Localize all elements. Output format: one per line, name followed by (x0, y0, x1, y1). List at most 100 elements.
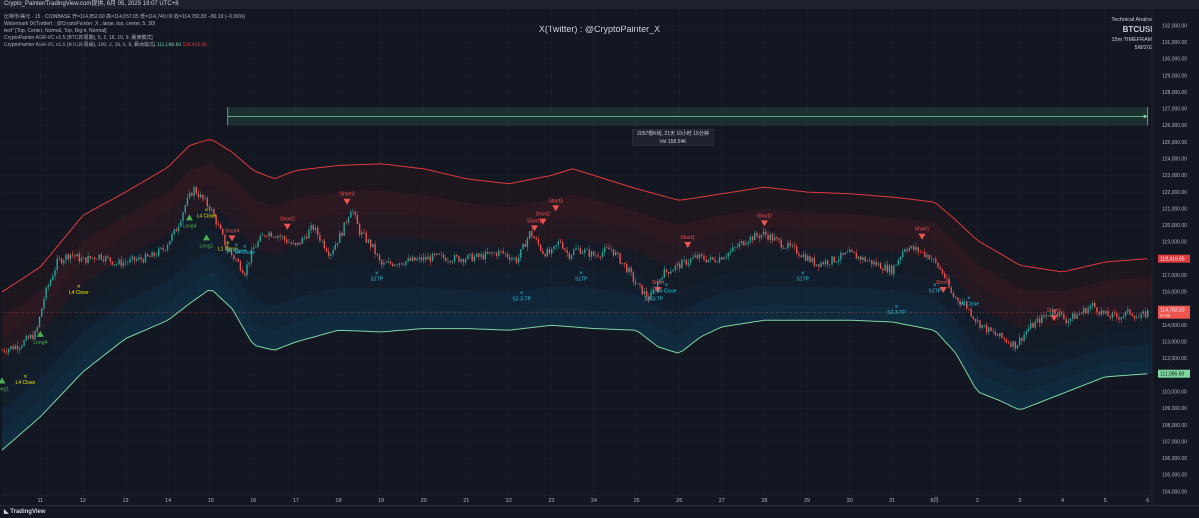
candle-body (398, 263, 401, 265)
candle-body (941, 269, 944, 274)
candle-body (906, 249, 908, 251)
candle-body (1138, 317, 1140, 319)
candle-body (235, 259, 237, 260)
candle-body (952, 293, 955, 297)
candle-body (641, 285, 643, 295)
candle-body (846, 252, 849, 253)
candle-body (259, 235, 261, 242)
candle-body (314, 227, 317, 230)
candle-body (802, 254, 805, 258)
candle-body (1032, 323, 1034, 328)
candle-body (895, 264, 897, 266)
candle-body (939, 267, 941, 270)
price-tick-label: 120,000.00 (1162, 223, 1187, 229)
candle-body (762, 231, 765, 235)
candle-body (1076, 314, 1078, 319)
candle-body (749, 236, 752, 242)
candle-body (542, 250, 544, 254)
candle-body (442, 254, 445, 258)
candle-body (425, 256, 427, 260)
candle-body (957, 297, 959, 302)
candle-body (60, 258, 63, 264)
time-axis[interactable]: 11 12 13 14 15 16 17 18 19 20 21 22 23 24 25 26 27 28 29 30… (2, 494, 1152, 504)
price-tick-label: 105,000.00 (1162, 473, 1187, 479)
candle-body (193, 187, 195, 196)
candle-body (414, 257, 416, 261)
candle-body (623, 262, 626, 265)
time-tick-label: 4 (1061, 498, 1064, 504)
candle-body (990, 327, 992, 332)
time-tick-label: 29 (804, 498, 810, 504)
candle-body (901, 251, 904, 258)
candle-body (727, 252, 729, 257)
signal-label: S1TP (796, 277, 809, 283)
candle-body (182, 212, 184, 222)
candle-body (177, 226, 180, 232)
candle-body (85, 257, 87, 263)
candle-body (464, 259, 467, 263)
candle-body (1001, 332, 1003, 338)
candle-body (319, 235, 321, 241)
candle-body (1041, 315, 1043, 324)
candle-body (522, 243, 524, 250)
candle-body (1034, 321, 1036, 328)
measure-tool[interactable] (227, 107, 1149, 126)
time-tick-label: 22 (506, 498, 512, 504)
candle-body (188, 192, 191, 198)
candle-body (734, 247, 736, 248)
candle-body (54, 270, 56, 277)
price-tick-label: 121,000.00 (1162, 206, 1187, 212)
top-info-bar: Crypto_Painter/TradingView.com提供, 8月 05,… (0, 0, 1199, 9)
candle-body (586, 249, 588, 250)
candle-body (685, 259, 688, 265)
time-tick-label: 2 (976, 498, 979, 504)
current-price-countdown: 07:55 (1160, 313, 1171, 318)
candle-body (206, 198, 209, 207)
candle-body (606, 247, 608, 249)
candle-body (546, 249, 548, 257)
candle-body (41, 308, 43, 317)
candle-body (158, 248, 160, 256)
candle-body (694, 255, 696, 258)
upper-price-tag-label: 118,416.85 (1160, 256, 1185, 262)
time-tick-label: 21 (463, 498, 469, 504)
candle-body (332, 250, 334, 254)
candle-body (94, 257, 96, 260)
candle-body (184, 205, 186, 213)
price-tick-label: 122,000.00 (1162, 190, 1187, 196)
candle-body (835, 261, 838, 263)
signal-label: Short2 (280, 217, 295, 223)
candle-body (202, 194, 204, 199)
candle-body (394, 264, 396, 266)
lower-price-tag: 111,086.60 (1158, 369, 1190, 378)
candle-body (1131, 314, 1133, 316)
candle-body (603, 247, 606, 253)
band-fill (2, 139, 1152, 451)
candle-body (853, 251, 855, 254)
candle-body (736, 246, 738, 248)
tradingview-logo[interactable]: ◣ TradingView (4, 508, 46, 516)
time-tick-label: 15 (208, 498, 214, 504)
candle-body (913, 246, 915, 250)
price-tick-label: 130,000.00 (1162, 57, 1187, 63)
candle-body (76, 253, 78, 257)
candle-body (943, 273, 946, 278)
candle-body (378, 255, 381, 261)
candle-body (1129, 309, 1131, 315)
candle-body (164, 249, 167, 251)
candle-body (420, 257, 423, 261)
candle-body (807, 256, 809, 261)
candle-body (930, 258, 933, 260)
signal-label: Short1 (1047, 308, 1062, 314)
candle-body (968, 308, 970, 310)
candle-body (387, 261, 390, 263)
measure-info-box: 2057根K线, 21天 10小时 15分钟 Vol 158.54K (632, 129, 714, 146)
candle-body (705, 259, 707, 262)
candle-body (709, 257, 712, 260)
candle-body (579, 248, 582, 254)
price-chart[interactable]: Short3Short2Short4Short3Short2Short1Shor… (0, 9, 1199, 505)
candle-body (1016, 344, 1019, 349)
signal-label: Short4 (936, 280, 951, 286)
candle-body (815, 264, 818, 266)
time-tick-label: 23 (548, 498, 554, 504)
